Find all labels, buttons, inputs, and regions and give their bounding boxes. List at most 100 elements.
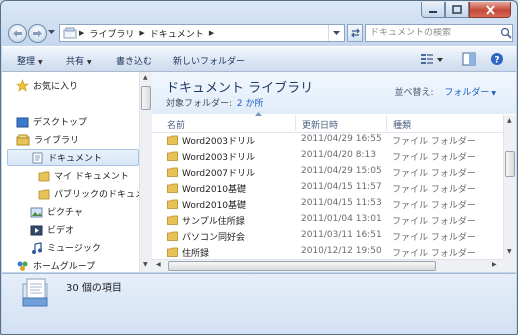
scroll-down-arrow-icon[interactable]: ▼ bbox=[143, 261, 148, 268]
arrange-by-dropdown[interactable]: フォルダー bbox=[444, 88, 489, 98]
chevron-down-icon[interactable]: ▼ bbox=[491, 90, 496, 97]
file-type: ファイル フォルダー bbox=[392, 137, 476, 147]
nav-favorites-label: お気に入り bbox=[33, 82, 79, 92]
column-divider[interactable] bbox=[295, 115, 296, 131]
file-row[interactable]: Word2003ドリル 2011/04/20 8:13 ファイル フォルダー bbox=[152, 148, 503, 164]
burn-button[interactable]: 書き込む bbox=[116, 54, 152, 67]
file-list-scrollbar-thumb[interactable] bbox=[505, 151, 515, 177]
folder-icon bbox=[167, 151, 178, 161]
back-button[interactable] bbox=[8, 24, 27, 43]
file-row[interactable]: Word2007ドリル 2011/04/29 15:05 ファイル フォルダー bbox=[152, 164, 503, 180]
breadcrumb-separator[interactable]: ▶ bbox=[207, 29, 216, 37]
maximize-button[interactable] bbox=[445, 2, 469, 18]
pane-splitter[interactable]: ▲ ▼ bbox=[139, 72, 152, 272]
preview-pane-icon bbox=[462, 52, 476, 66]
new-folder-label: 新しいフォルダー bbox=[173, 57, 246, 67]
folder-icon bbox=[167, 167, 178, 177]
file-date: 2011/04/29 15:05 bbox=[301, 166, 382, 176]
scroll-right-arrow-icon[interactable]: ▶ bbox=[492, 261, 497, 268]
file-name: パソコン同好会 bbox=[182, 233, 246, 243]
forward-button[interactable] bbox=[28, 24, 47, 43]
minimize-button[interactable] bbox=[421, 2, 445, 18]
folder-icon bbox=[167, 199, 178, 209]
address-history-dropdown[interactable] bbox=[328, 25, 344, 41]
item-count: 30 個の項目 bbox=[66, 283, 122, 294]
organize-menu-button[interactable]: 整理 ▼ bbox=[17, 54, 43, 67]
help-button[interactable]: ? bbox=[490, 52, 504, 69]
nav-desktop[interactable]: デスクトップ bbox=[16, 113, 87, 130]
column-type[interactable]: 種類 bbox=[393, 118, 411, 131]
column-name[interactable]: 名前 bbox=[167, 118, 185, 131]
file-row[interactable]: Word2010基礎 2011/04/15 11:57 ファイル フォルダー bbox=[152, 180, 503, 196]
column-headers: 名前 更新日時 種類 bbox=[152, 112, 503, 133]
address-bar[interactable]: ▶ ライブラリ ▶ ドキュメント ▶ bbox=[59, 24, 345, 42]
nav-scrollbar[interactable]: ▲ ▼ bbox=[139, 72, 152, 272]
file-row[interactable]: Word2003ドリル 2011/04/29 16:55 ファイル フォルダー bbox=[152, 132, 503, 148]
file-list-pane: ドキュメント ライブラリ 対象フォルダー: 2 か所 並べ替え: フォルダー ▼ … bbox=[152, 72, 516, 272]
file-name: Word2003ドリル bbox=[182, 137, 256, 147]
file-row[interactable]: サンプル住所録 2011/01/04 13:01 ファイル フォルダー bbox=[152, 212, 503, 228]
file-type: ファイル フォルダー bbox=[392, 185, 476, 195]
file-type: ファイル フォルダー bbox=[392, 201, 476, 211]
recent-pages-chevron-icon[interactable] bbox=[48, 30, 55, 35]
change-view-button[interactable] bbox=[420, 52, 444, 69]
search-input[interactable] bbox=[366, 28, 500, 38]
preview-pane-button[interactable] bbox=[462, 52, 476, 69]
nav-my-documents[interactable]: マイ ドキュメント bbox=[38, 167, 129, 184]
column-date[interactable]: 更新日時 bbox=[302, 118, 338, 131]
file-row[interactable]: パソコン同好会 2011/03/11 16:51 ファイル フォルダー bbox=[152, 228, 503, 244]
breadcrumb-separator[interactable]: ▶ bbox=[137, 29, 146, 37]
folder-icon bbox=[167, 215, 178, 225]
library-locations-link[interactable]: 2 か所 bbox=[237, 99, 264, 109]
column-divider[interactable] bbox=[386, 115, 387, 131]
file-list-scrollbar[interactable]: ▲ ▼ bbox=[503, 115, 516, 259]
nav-videos[interactable]: ビデオ bbox=[30, 221, 74, 238]
search-box[interactable] bbox=[365, 24, 513, 42]
scroll-left-arrow-icon[interactable]: ◀ bbox=[156, 261, 161, 268]
nav-documents-label: ドキュメント bbox=[48, 154, 103, 164]
pictures-icon bbox=[30, 206, 43, 218]
nav-pictures[interactable]: ピクチャ bbox=[30, 203, 83, 220]
file-type: ファイル フォルダー bbox=[392, 153, 476, 163]
minimize-icon bbox=[429, 10, 437, 13]
file-name: Word2010基礎 bbox=[182, 201, 247, 211]
file-row[interactable]: 住所録 2010/12/12 19:50 ファイル フォルダー bbox=[152, 244, 503, 260]
breadcrumb-libraries[interactable]: ライブラリ bbox=[86, 27, 137, 40]
nav-documents[interactable]: ドキュメント bbox=[7, 149, 139, 166]
burn-label: 書き込む bbox=[116, 57, 153, 67]
sort-ascending-icon bbox=[255, 112, 262, 116]
horizontal-scrollbar-thumb[interactable] bbox=[168, 261, 436, 271]
scroll-up-arrow-icon[interactable]: ▲ bbox=[507, 117, 512, 124]
file-row[interactable]: Word2010基礎 2011/04/15 11:53 ファイル フォルダー bbox=[152, 196, 503, 212]
file-type: ファイル フォルダー bbox=[392, 249, 476, 259]
close-button[interactable] bbox=[469, 2, 511, 18]
documents-library-large-icon bbox=[20, 276, 54, 313]
nav-homegroup[interactable]: ホームグループ bbox=[16, 257, 95, 272]
close-icon bbox=[485, 4, 495, 15]
breadcrumb-documents[interactable]: ドキュメント bbox=[147, 27, 207, 40]
library-header: ドキュメント ライブラリ 対象フォルダー: 2 か所 並べ替え: フォルダー ▼ bbox=[152, 72, 516, 114]
nav-libraries[interactable]: ライブラリ bbox=[16, 131, 79, 148]
nav-music-label: ミュージック bbox=[47, 244, 101, 254]
file-date: 2011/04/20 8:13 bbox=[301, 150, 376, 160]
share-menu-button[interactable]: 共有 ▼ bbox=[66, 54, 92, 67]
chevron-down-icon bbox=[333, 30, 340, 35]
nav-music[interactable]: ミュージック bbox=[30, 239, 101, 256]
nav-scrollbar-thumb[interactable] bbox=[141, 86, 151, 110]
file-date: 2011/04/15 11:57 bbox=[301, 182, 382, 192]
scroll-down-arrow-icon[interactable]: ▼ bbox=[507, 248, 512, 255]
file-date: 2011/01/04 13:01 bbox=[301, 214, 382, 224]
nav-favorites[interactable]: お気に入り bbox=[16, 77, 78, 94]
refresh-button[interactable] bbox=[347, 24, 363, 42]
folder-icon bbox=[38, 188, 50, 200]
share-label: 共有 bbox=[66, 57, 85, 67]
new-folder-button[interactable]: 新しいフォルダー bbox=[173, 54, 245, 67]
library-subtitle-label: 対象フォルダー: bbox=[166, 99, 233, 109]
nav-public-documents-label: パブリックのドキュメント bbox=[54, 190, 139, 200]
nav-public-documents[interactable]: パブリックのドキュメント bbox=[38, 185, 139, 202]
horizontal-scrollbar[interactable]: ◀ ▶ bbox=[152, 259, 503, 272]
scroll-up-arrow-icon[interactable]: ▲ bbox=[143, 74, 148, 81]
breadcrumb-separator[interactable]: ▶ bbox=[77, 29, 86, 37]
search-icon[interactable] bbox=[500, 27, 512, 39]
library-title: ドキュメント ライブラリ bbox=[166, 81, 314, 96]
